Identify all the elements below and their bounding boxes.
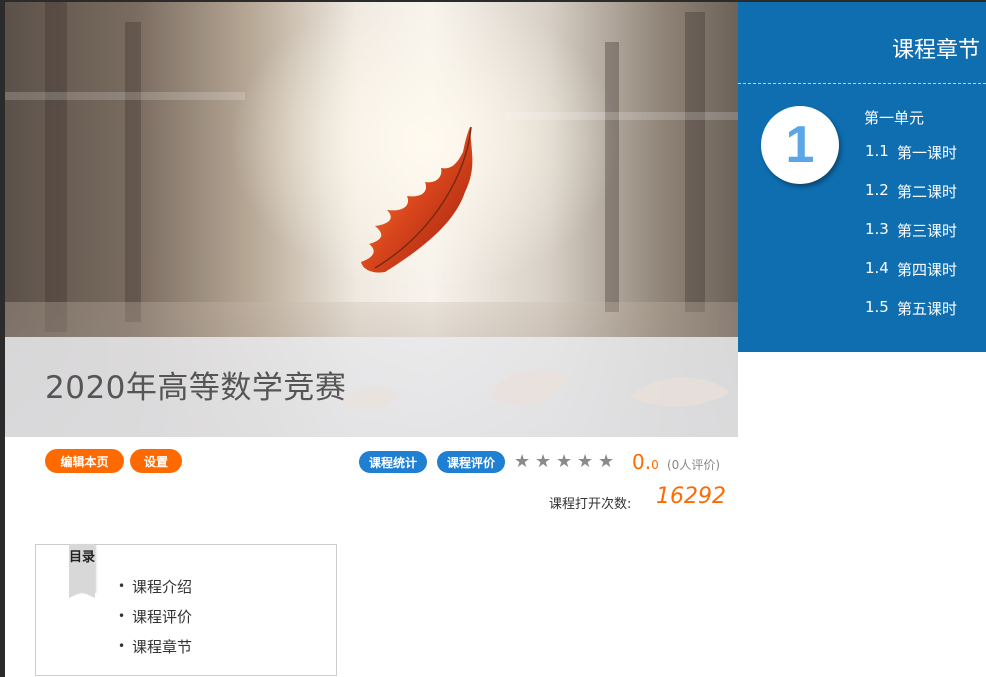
lesson-title: 第五课时 [897, 300, 958, 318]
rating-count: (0人评价) [667, 458, 720, 472]
lesson-link-1-4[interactable]: 1.4 第四课时 [865, 259, 957, 280]
railing-post [45, 2, 67, 332]
lesson-link-1-3[interactable]: 1.3 第三课时 [865, 220, 957, 241]
table-of-contents: 目录 • 课程介绍 • 课程评价 • 课程章节 [35, 544, 337, 676]
lesson-title: 第一课时 [897, 144, 958, 162]
unit-title[interactable]: 第一单元 [864, 107, 924, 128]
star-icon[interactable]: ★ [514, 453, 532, 471]
railing-post [125, 22, 141, 322]
unit-number-badge: 1 [761, 106, 839, 184]
lesson-title: 第四课时 [897, 261, 958, 279]
settings-button[interactable]: 设置 [130, 449, 182, 473]
chapter-panel-title: 课程章节 [891, 38, 980, 63]
toc-item-label: 课程评价 [132, 607, 193, 626]
lesson-link-1-5[interactable]: 1.5 第五课时 [865, 298, 957, 319]
rating-score-decimal: 0 [651, 458, 659, 472]
open-count-value: 16292 [656, 484, 726, 509]
course-title: 2020年高等数学竞赛 [45, 370, 347, 406]
lesson-number: 1.4 [865, 259, 889, 277]
toc-tag: 目录 [69, 544, 95, 592]
railing-post [685, 12, 705, 312]
lesson-number: 1.2 [865, 181, 889, 199]
toc-item-label: 课程章节 [132, 637, 193, 656]
lesson-title: 第三课时 [897, 222, 958, 240]
lesson-number: 1.5 [865, 298, 889, 316]
toc-list: • 课程介绍 • 课程评价 • 课程章节 [118, 571, 192, 661]
rating-score: 0.0 [632, 450, 659, 474]
chapter-panel: 课程章节 1 第一单元 1.1 第一课时 1.2 第二课时 1.3 第三课时 1… [738, 2, 986, 352]
toc-tag-ribbon-tail [69, 592, 95, 598]
course-review-button[interactable]: 课程评价 [437, 451, 505, 473]
bullet-icon: • [118, 639, 126, 653]
toc-item-course-chapters[interactable]: • 课程章节 [118, 631, 192, 661]
star-icon[interactable]: ★ [598, 453, 616, 471]
lesson-link-1-2[interactable]: 1.2 第二课时 [865, 181, 957, 202]
star-icon[interactable]: ★ [577, 453, 595, 471]
toc-item-label: 课程介绍 [132, 577, 193, 596]
edit-page-button[interactable]: 编辑本页 [45, 449, 124, 473]
railing-bar [505, 112, 738, 120]
rating-stars: ★ ★ ★ ★ ★ [514, 453, 616, 471]
lesson-title: 第二课时 [897, 183, 958, 201]
maple-leaf-icon [361, 126, 473, 273]
lesson-number: 1.3 [865, 220, 889, 238]
toc-item-course-review[interactable]: • 课程评价 [118, 601, 192, 631]
open-count-label: 课程打开次数: [549, 497, 632, 512]
star-icon[interactable]: ★ [556, 453, 574, 471]
unit-number: 1 [785, 116, 815, 174]
course-stats-button[interactable]: 课程统计 [359, 451, 427, 473]
chapter-divider [738, 83, 986, 84]
rating-score-main: 0. [632, 450, 652, 474]
course-banner: 2020年高等数学竞赛 [5, 2, 738, 437]
railing-bar [5, 92, 245, 100]
star-icon[interactable]: ★ [535, 453, 553, 471]
bullet-icon: • [118, 609, 126, 623]
railing-post [605, 42, 619, 312]
lesson-number: 1.1 [865, 142, 889, 160]
toc-item-course-intro[interactable]: • 课程介绍 [118, 571, 192, 601]
lesson-link-1-1[interactable]: 1.1 第一课时 [865, 142, 957, 163]
bullet-icon: • [118, 579, 126, 593]
